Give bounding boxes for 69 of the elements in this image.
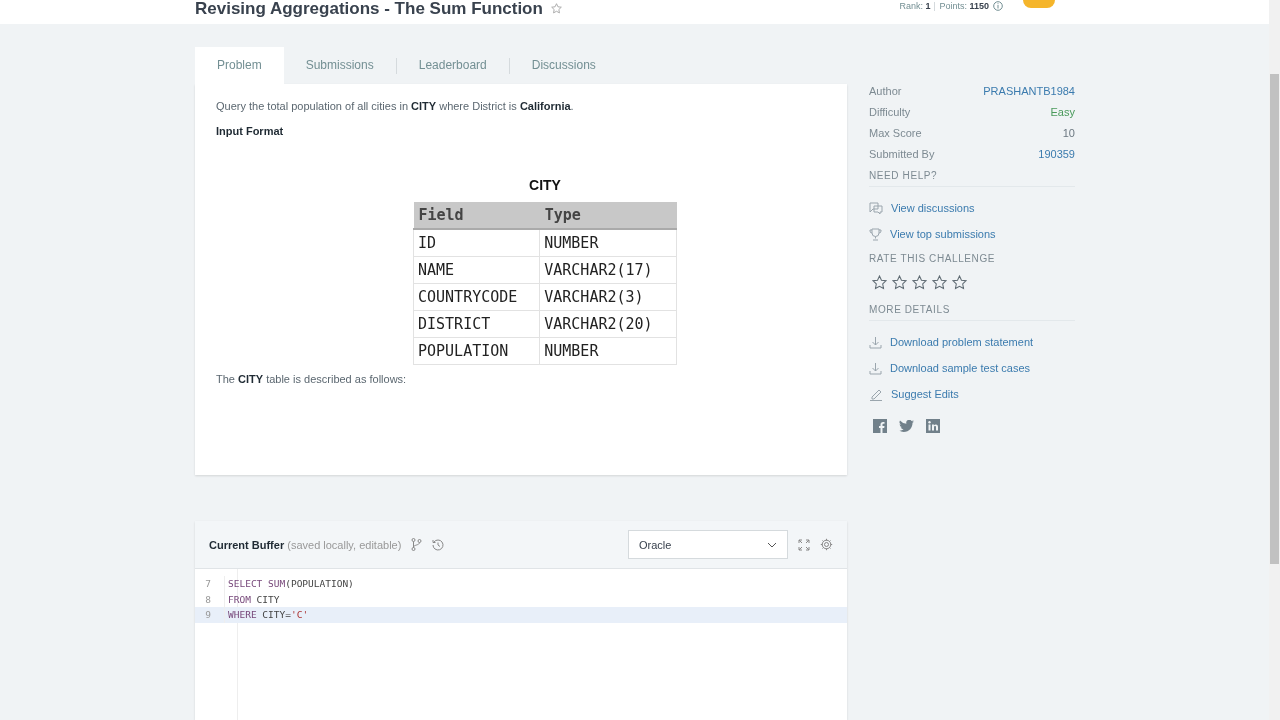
sidebar-link[interactable]: Download sample test cases bbox=[890, 362, 1030, 374]
sidebar-link[interactable]: Suggest Edits bbox=[891, 388, 959, 400]
download-icon bbox=[869, 361, 882, 375]
table-title: CITY bbox=[528, 177, 562, 193]
star-icon[interactable] bbox=[952, 275, 967, 290]
editor-title: Current Buffer (saved locally, editable) bbox=[209, 538, 402, 551]
challenge-title: Revising Aggregations - The Sum Function bbox=[195, 0, 543, 18]
branch-icon[interactable] bbox=[411, 538, 423, 551]
detail-value: Easy bbox=[1050, 105, 1075, 120]
code-line: WHERE CITY='C' bbox=[227, 609, 309, 621]
settings-icon[interactable] bbox=[820, 538, 833, 551]
column-header: Field bbox=[413, 202, 540, 229]
sidebar-link[interactable]: Download problem statement bbox=[890, 336, 1034, 348]
star-icon[interactable] bbox=[550, 3, 562, 14]
twitter-icon[interactable] bbox=[899, 420, 914, 432]
table-cell: VARCHAR2(3) bbox=[539, 283, 677, 311]
star-icon[interactable] bbox=[912, 275, 927, 290]
table-cell: DISTRICT bbox=[413, 310, 540, 338]
table-cell: NAME bbox=[413, 256, 540, 284]
section-heading: NEED HELP? bbox=[869, 170, 1075, 187]
table-cell: VARCHAR2(17) bbox=[539, 256, 677, 284]
trophy-icon bbox=[869, 227, 882, 241]
table-cell: VARCHAR2(20) bbox=[539, 310, 677, 338]
detail-label: Author bbox=[869, 84, 902, 99]
info-icon[interactable] bbox=[993, 1, 1003, 11]
points-label: Points: 1150 bbox=[939, 1, 989, 11]
detail-link[interactable]: PRASHANTB1984 bbox=[983, 84, 1075, 105]
sidebar-link[interactable]: View discussions bbox=[891, 202, 975, 214]
scrollbar[interactable] bbox=[1269, 0, 1280, 720]
fullscreen-icon[interactable] bbox=[798, 538, 810, 551]
rank-label: Rank: 1 bbox=[899, 1, 931, 11]
history-icon[interactable] bbox=[432, 538, 445, 551]
chat-icon bbox=[869, 201, 883, 215]
line-number: 7 bbox=[195, 576, 225, 592]
code-editor[interactable]: 7 SELECT SUM(POPULATION) 8 FROM CITY 9 WHERE CITY='C' bbox=[195, 569, 847, 720]
chevron-icon bbox=[767, 541, 777, 548]
star-icon[interactable] bbox=[872, 275, 887, 290]
star-icon[interactable] bbox=[892, 275, 907, 290]
download-icon bbox=[869, 335, 882, 349]
table-cell: NUMBER bbox=[539, 337, 677, 365]
detail-label: Submitted By bbox=[869, 147, 935, 162]
section-heading: MORE DETAILS bbox=[869, 304, 1075, 321]
detail-value: 10 bbox=[1062, 126, 1075, 141]
pencil-icon bbox=[869, 387, 883, 401]
tab[interactable]: Discussions bbox=[509, 47, 618, 84]
line-number: 9 bbox=[195, 607, 225, 623]
facebook-icon[interactable] bbox=[873, 419, 887, 433]
table-cell: NUMBER bbox=[539, 229, 677, 257]
tab[interactable]: Problem bbox=[195, 47, 284, 84]
tab[interactable]: Leaderboard bbox=[396, 47, 509, 84]
star-icon[interactable] bbox=[932, 275, 947, 290]
table-cell: ID bbox=[413, 229, 540, 257]
section-heading: Input Format bbox=[216, 125, 285, 137]
section-heading: RATE THIS CHALLENGE bbox=[869, 253, 997, 266]
table-description: The CITY table is described as follows: bbox=[216, 373, 408, 385]
problem-statement: Query the total population of all cities in CITY where District is California. bbox=[216, 100, 575, 112]
badge-icon bbox=[1023, 0, 1055, 8]
column-header: Type bbox=[539, 202, 677, 229]
tab[interactable]: Submissions bbox=[283, 47, 396, 84]
sidebar-link[interactable]: View top submissions bbox=[890, 228, 996, 240]
code-line: FROM CITY bbox=[227, 593, 280, 605]
detail-label: Difficulty bbox=[869, 105, 911, 120]
detail-label: Max Score bbox=[869, 126, 922, 141]
language-dropdown[interactable]: Oracle bbox=[628, 530, 788, 559]
detail-link[interactable]: 190359 bbox=[1038, 147, 1075, 168]
linkedin-icon[interactable] bbox=[926, 419, 940, 433]
table-cell: COUNTRYCODE bbox=[413, 283, 540, 311]
table-cell: POPULATION bbox=[413, 337, 540, 365]
code-line: SELECT SUM(POPULATION) bbox=[227, 578, 354, 590]
